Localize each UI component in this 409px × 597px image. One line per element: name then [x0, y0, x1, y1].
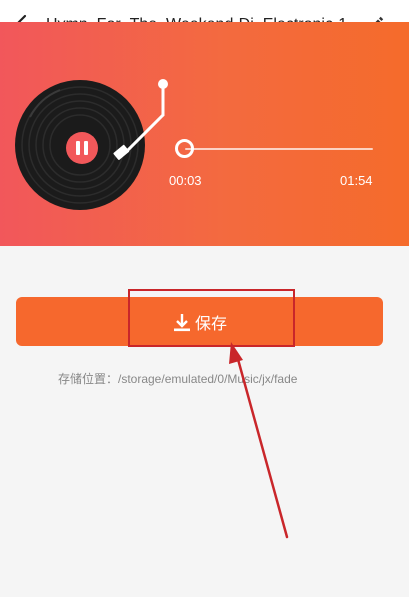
progress-track[interactable]	[185, 148, 373, 150]
total-time: 01:54	[340, 173, 373, 188]
pause-button[interactable]	[66, 132, 98, 164]
save-button-label: 保存	[194, 313, 227, 333]
current-time: 00:03	[169, 173, 202, 188]
storage-location-text: 存储位置：/storage/emulated/0/Music/jx/fade	[58, 372, 298, 386]
save-button[interactable]: 保存	[16, 297, 383, 346]
turntable	[0, 22, 409, 246]
progress-slider-knob[interactable]	[175, 139, 194, 158]
save-button-content: 保存	[16, 297, 383, 346]
vinyl-record	[15, 79, 168, 210]
player-panel: 00:03 01:54	[0, 22, 409, 246]
download-icon	[173, 313, 190, 331]
